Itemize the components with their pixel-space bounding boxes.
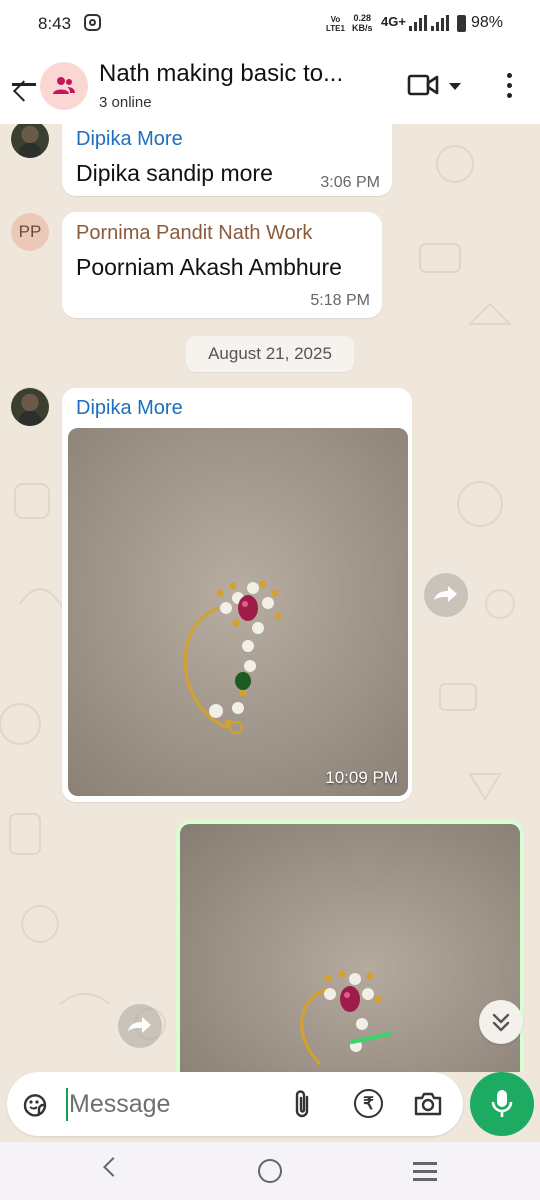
message-time: 5:18 PM	[310, 292, 370, 309]
video-call-icon[interactable]	[407, 74, 439, 96]
chat-header: Nath making basic to... 3 online	[0, 48, 540, 124]
network-type: 4G+	[381, 14, 406, 29]
avatar[interactable]	[11, 388, 49, 426]
message-bubble[interactable]: Dipika More Dipika sandip more 3:06 PM	[62, 124, 392, 196]
message-bubble[interactable]: Pornima Pandit Nath Work Poorniam Akash …	[62, 212, 382, 318]
message-time: 3:06 PM	[320, 174, 380, 191]
sticker-icon[interactable]	[21, 1091, 49, 1119]
volte-indicator: Vo LTE1	[326, 15, 345, 33]
shared-photo[interactable]: 10:09 PM	[68, 428, 408, 796]
nath-jewellery-image	[68, 428, 408, 796]
nav-back-icon[interactable]	[103, 1157, 123, 1177]
signal-icon	[431, 15, 449, 31]
chevron-down-icon[interactable]	[449, 83, 461, 90]
more-options-icon[interactable]	[503, 73, 517, 99]
message-text: Dipika sandip more	[76, 160, 273, 186]
status-bar: 8:43 Vo LTE1 0.28 KB/s 4G+ 98%	[0, 0, 540, 48]
group-avatar[interactable]	[40, 62, 88, 110]
microphone-icon	[491, 1090, 513, 1117]
date-divider: August 21, 2025	[186, 336, 354, 372]
battery-icon	[457, 15, 466, 32]
back-arrow-icon[interactable]	[10, 70, 38, 98]
camera-icon[interactable]	[413, 1090, 443, 1118]
attach-icon[interactable]	[293, 1089, 313, 1119]
nav-home-icon[interactable]	[258, 1159, 282, 1183]
outgoing-image-bubble[interactable]	[176, 820, 524, 1072]
system-navigation-bar	[0, 1142, 540, 1200]
payment-rupee-icon[interactable]: ₹	[354, 1089, 383, 1118]
nath-jewellery-image	[180, 824, 520, 1072]
avatar[interactable]: PP	[11, 213, 49, 251]
battery-percent: 98%	[471, 14, 504, 31]
double-chevron-down-icon	[492, 1013, 510, 1032]
status-time: 8:43	[38, 14, 72, 33]
chat-area[interactable]: Dipika More Dipika sandip more 3:06 PM P…	[0, 124, 540, 1072]
sender-name[interactable]: Dipika More	[76, 397, 183, 420]
online-count: 3 online	[99, 94, 152, 111]
message-input[interactable]	[69, 1086, 269, 1122]
image-message-bubble[interactable]: Dipika More 10:09 PM	[62, 388, 412, 802]
nav-recent-apps-icon[interactable]	[413, 1162, 437, 1181]
message-time: 10:09 PM	[325, 768, 398, 787]
group-icon	[53, 77, 75, 94]
sender-name[interactable]: Dipika More	[76, 128, 183, 151]
network-speed: 0.28 KB/s	[352, 13, 373, 33]
forward-button[interactable]	[424, 573, 468, 617]
message-composer: ₹	[7, 1072, 463, 1136]
chat-title[interactable]: Nath making basic to...	[99, 60, 384, 88]
shared-photo[interactable]	[180, 824, 520, 1072]
forward-icon	[128, 1017, 151, 1033]
instagram-icon	[84, 14, 101, 31]
text-cursor	[66, 1088, 68, 1121]
sender-name[interactable]: Pornima Pandit Nath Work	[76, 222, 312, 245]
forward-icon	[434, 586, 457, 602]
signal-icon	[409, 15, 427, 31]
voice-message-button[interactable]	[470, 1072, 534, 1136]
scroll-to-bottom-button[interactable]	[479, 1000, 523, 1044]
forward-button[interactable]	[118, 1004, 162, 1048]
message-text: Poorniam Akash Ambhure	[76, 254, 342, 280]
